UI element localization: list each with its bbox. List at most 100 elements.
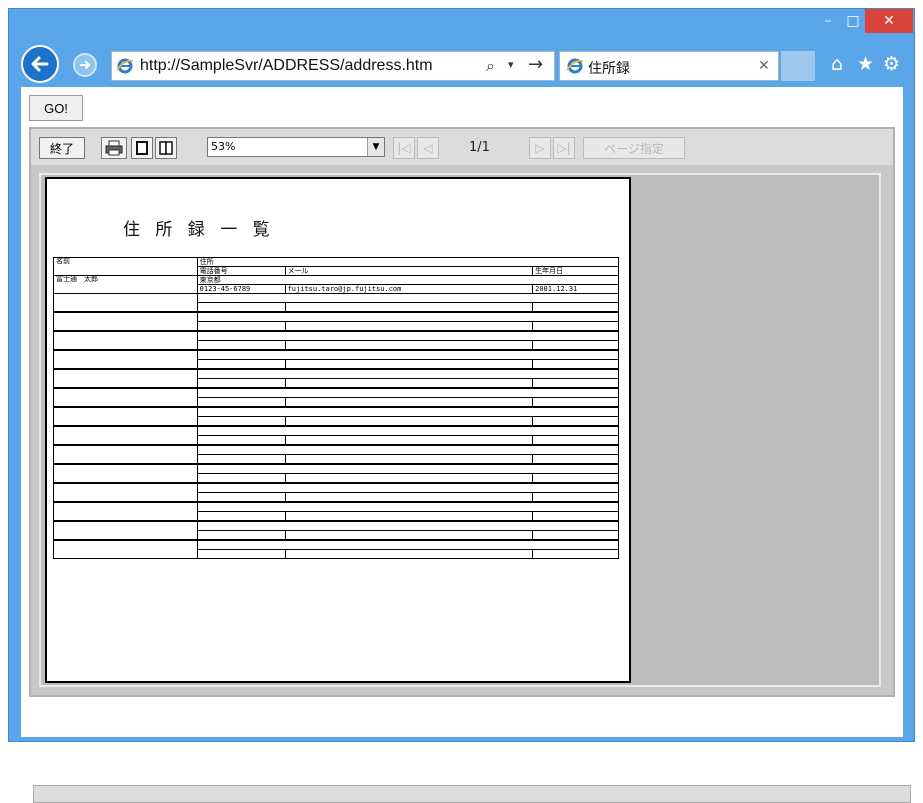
empty-birthday-cell [532, 492, 619, 503]
empty-address-cell [196, 425, 620, 436]
header-row: 名前 住所 [53, 257, 620, 276]
table-row [53, 444, 620, 465]
go-arrow-icon[interactable]: → [528, 54, 543, 75]
navigation-bar: http://SampleSvr/ADDRESS/address.htm ⌕ ▾… [9, 41, 914, 85]
empty-address-cell [196, 482, 620, 493]
back-arrow-icon [31, 56, 49, 72]
tab-close-icon[interactable]: ✕ [758, 58, 770, 74]
empty-mail-cell [284, 492, 534, 503]
search-icon[interactable]: ⌕ [486, 56, 495, 76]
viewer-toolbar: 終了 53% ▼ |◁ ◁ 1/1 ▷ ▷| ページ指定 [31, 129, 893, 165]
page-counter: 1/1 [469, 140, 490, 155]
table-row [53, 463, 620, 484]
zoom-value: 53% [211, 140, 236, 153]
close-icon[interactable]: ✕ [865, 9, 913, 33]
empty-name-cell [53, 463, 198, 484]
empty-address-cell [196, 463, 620, 474]
empty-mail-cell [284, 397, 534, 408]
empty-address-cell [196, 520, 620, 531]
table-row [53, 349, 620, 370]
chevron-down-icon[interactable]: ▼ [367, 138, 384, 156]
maximize-icon[interactable]: □ [841, 9, 865, 33]
table-row [53, 406, 620, 427]
prev-page-button[interactable]: ◁ [417, 137, 439, 159]
go-button[interactable]: GO! [29, 95, 83, 121]
forward-button[interactable] [73, 53, 97, 77]
first-page-button[interactable]: |◁ [393, 137, 415, 159]
empty-name-cell [53, 520, 198, 541]
dropdown-icon[interactable]: ▾ [508, 58, 514, 71]
zoom-select[interactable]: 53% ▼ [207, 137, 385, 157]
table-row [53, 501, 620, 522]
last-page-button[interactable]: ▷| [553, 137, 575, 159]
table-row [53, 311, 620, 332]
record-name: 富士通 太郎 [53, 275, 198, 294]
empty-phone-cell [196, 530, 286, 541]
address-bar[interactable]: http://SampleSvr/ADDRESS/address.htm ⌕ ▾… [111, 51, 555, 81]
empty-name-cell [53, 387, 198, 408]
empty-address-cell [196, 387, 620, 398]
ie-icon [116, 58, 134, 74]
tab-address-book[interactable]: 住所録 ✕ [559, 51, 779, 81]
empty-name-cell [53, 293, 198, 313]
gear-icon[interactable]: ⚙ [883, 53, 900, 75]
star-icon[interactable]: ★ [857, 53, 874, 75]
home-icon[interactable]: ⌂ [831, 53, 843, 75]
page-content: GO! 終了 53% ▼ |◁ ◁ 1/1 ▷ ▷| ページ指定 住 所 録 一… [21, 87, 911, 803]
new-tab-button[interactable] [781, 51, 815, 81]
minimize-icon[interactable]: – [817, 9, 839, 33]
empty-address-cell [196, 501, 620, 512]
empty-address-cell [196, 406, 620, 417]
header-address: 住所 [196, 257, 620, 267]
prev-page-icon: ◁ [423, 141, 433, 155]
ie-icon [566, 58, 584, 74]
empty-phone-cell [196, 549, 286, 559]
empty-name-cell [53, 311, 198, 332]
table-row [53, 368, 620, 389]
back-button[interactable] [21, 45, 59, 83]
empty-phone-cell [196, 416, 286, 427]
print-button[interactable] [101, 137, 127, 159]
empty-address-cell [196, 311, 620, 322]
empty-address-cell [196, 539, 620, 550]
url-text: http://SampleSvr/ADDRESS/address.htm [140, 57, 433, 74]
empty-name-cell [53, 501, 198, 522]
empty-address-cell [196, 444, 620, 455]
next-page-icon: ▷ [535, 141, 545, 155]
exit-button[interactable]: 終了 [39, 137, 85, 159]
page-jump-button[interactable]: ページ指定 [583, 137, 685, 159]
empty-name-cell [53, 425, 198, 446]
empty-name-cell [53, 406, 198, 427]
empty-mail-cell [284, 435, 534, 446]
single-page-icon [136, 141, 148, 155]
empty-phone-cell [196, 397, 286, 408]
empty-birthday-cell [532, 302, 619, 313]
empty-phone-cell [196, 378, 286, 389]
first-page-icon: |◁ [397, 141, 411, 155]
empty-name-cell [53, 539, 198, 559]
empty-phone-cell [196, 340, 286, 351]
next-page-button[interactable]: ▷ [529, 137, 551, 159]
empty-address-cell [196, 349, 620, 360]
header-mail: メール [284, 266, 534, 276]
report-viewer: 終了 53% ▼ |◁ ◁ 1/1 ▷ ▷| ページ指定 住 所 録 一 覧 名… [29, 127, 895, 697]
empty-address-cell [196, 293, 620, 303]
report-title: 住 所 録 一 覧 [123, 220, 275, 240]
empty-mail-cell [284, 511, 534, 522]
record-address: 東京都 [196, 275, 620, 285]
empty-birthday-cell [532, 454, 619, 465]
empty-birthday-cell [532, 549, 619, 559]
empty-birthday-cell [532, 397, 619, 408]
tab-title: 住所録 [588, 61, 630, 77]
table-row [53, 539, 620, 559]
address-table: 名前 住所 電話番号 メール 生年月日 富士通 太郎 東京都 0123-45-6… [53, 257, 620, 559]
table-row [53, 425, 620, 446]
empty-mail-cell [284, 359, 534, 370]
empty-mail-cell [284, 454, 534, 465]
empty-phone-cell [196, 511, 286, 522]
single-page-button[interactable] [131, 137, 153, 159]
last-page-icon: ▷| [557, 141, 571, 155]
report-area[interactable]: 住 所 録 一 覧 名前 住所 電話番号 メール 生年月日 富士通 太郎 東京都… [39, 173, 881, 687]
double-page-button[interactable] [155, 137, 177, 159]
empty-name-cell [53, 444, 198, 465]
